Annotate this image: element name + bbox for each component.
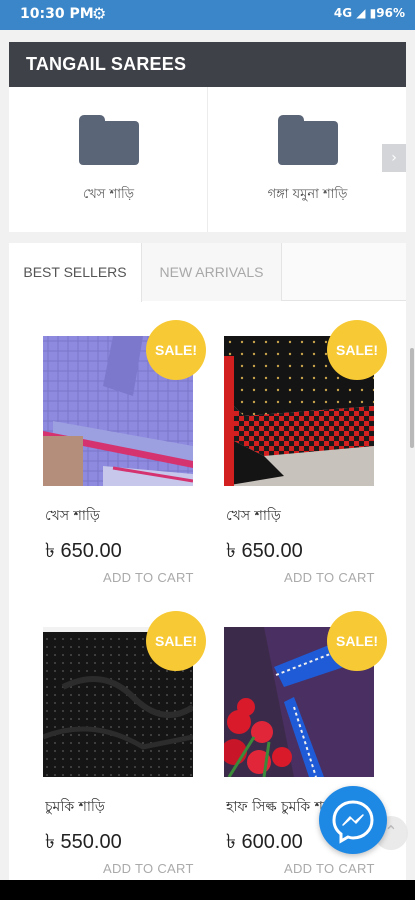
category-label: খেস শাড়ি <box>83 187 134 202</box>
product-name[interactable]: খেস শাড়ি <box>226 504 376 528</box>
sale-badge: SALE! <box>146 611 206 671</box>
product-name[interactable]: খেস শাড়ি <box>45 504 195 528</box>
product-price: ৳ 650.00 <box>45 540 122 562</box>
category-item-khes[interactable]: খেস শাড়ি <box>9 87 208 232</box>
system-nav-bar <box>0 880 415 900</box>
product-price: ৳ 650.00 <box>226 540 303 562</box>
folder-icon <box>79 115 139 165</box>
add-to-cart-button[interactable]: ADD TO CART <box>284 861 375 876</box>
tab-bar: BEST SELLERS NEW ARRIVALS <box>9 243 406 302</box>
category-item-ganga-jamuna[interactable]: গঙ্গা যমুনা শাড়ি <box>208 87 407 232</box>
signal-icon: ◢ <box>356 6 366 20</box>
status-time: 10:30 PM <box>20 6 94 22</box>
messenger-icon <box>332 800 374 844</box>
product-card[interactable]: SALE! খেস শাড়ি ৳ 650.00 ADD TO CART <box>224 320 387 596</box>
category-label: গঙ্গা যমুনা শাড়ি <box>267 187 348 202</box>
category-widget: TANGAIL SAREES খেস শাড়ি গঙ্গা যমুনা শাড… <box>9 42 406 232</box>
folder-icon <box>278 115 338 165</box>
tab-best-sellers[interactable]: BEST SELLERS <box>9 243 142 302</box>
messenger-chat-button[interactable] <box>319 786 387 854</box>
product-name[interactable]: চুমকি শাড়ি <box>45 795 195 819</box>
sale-badge: SALE! <box>146 320 206 380</box>
product-card[interactable]: SALE! চুমকি শাড়ি ৳ 550.00 ADD TO CART <box>43 611 206 880</box>
product-price: ৳ 550.00 <box>45 831 122 853</box>
sale-badge: SALE! <box>327 320 387 380</box>
battery-level: 96% <box>376 6 405 20</box>
tab-new-arrivals[interactable]: NEW ARRIVALS <box>142 243 282 301</box>
scrollbar[interactable] <box>410 348 414 448</box>
status-bar: 10:30 PM ⚙ 4G ◢ ▮96% <box>0 0 415 30</box>
add-to-cart-button[interactable]: ADD TO CART <box>103 861 194 876</box>
category-title: TANGAIL SAREES <box>9 42 406 87</box>
product-card[interactable]: SALE! খেস শাড়ি ৳ 650.00 ADD TO CART <box>43 320 206 596</box>
sale-badge: SALE! <box>327 611 387 671</box>
add-to-cart-button[interactable]: ADD TO CART <box>284 570 375 585</box>
chevron-right-icon[interactable]: › <box>382 144 406 172</box>
page-content: TANGAIL SAREES খেস শাড়ি গঙ্গা যমুনা শাড… <box>0 30 415 880</box>
add-to-cart-button[interactable]: ADD TO CART <box>103 570 194 585</box>
gear-icon: ⚙ <box>92 4 107 23</box>
product-tabs-widget: BEST SELLERS NEW ARRIVALS SALE! খেস শাড়… <box>9 243 406 880</box>
status-indicators: 4G ◢ ▮96% <box>334 6 405 20</box>
product-price: ৳ 600.00 <box>226 831 303 853</box>
network-label: 4G <box>333 6 353 20</box>
